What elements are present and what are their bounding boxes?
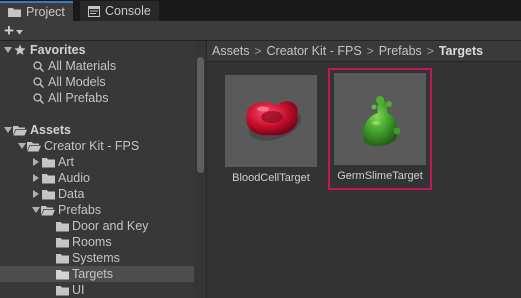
tree-item-creator-kit[interactable]: Creator Kit - FPS [0, 138, 194, 154]
tree-item-label: Prefabs [58, 203, 102, 217]
breadcrumb-assets[interactable]: Assets [212, 44, 250, 58]
asset-thumbnail [225, 75, 317, 167]
tree-item-data[interactable]: Data [0, 186, 194, 202]
create-button[interactable]: + [4, 21, 23, 40]
breadcrumb-separator: > [254, 44, 262, 58]
star-icon [13, 42, 27, 58]
favorites-label: Favorites [30, 43, 86, 57]
search-icon [31, 58, 45, 74]
blood-cell-preview [246, 101, 302, 141]
search-icon [31, 90, 45, 106]
asset-name: BloodCellTarget [232, 172, 310, 184]
project-toolbar: + [0, 21, 521, 41]
folder-open-icon [27, 138, 41, 154]
expand-arrow-icon[interactable] [3, 42, 13, 58]
tree-item-label: All Prefabs [48, 91, 109, 105]
tree-item-label: All Materials [48, 59, 117, 73]
folder-icon [55, 250, 69, 266]
tree-item-label: All Models [48, 75, 106, 89]
tree-item-door-and-key[interactable]: Door and Key [0, 218, 194, 234]
collapse-arrow-icon[interactable] [31, 170, 41, 186]
tree-item-ui[interactable]: UI [0, 282, 194, 298]
tree-item-label: Targets [72, 267, 113, 281]
tree-item-label: Data [58, 187, 85, 201]
asset-thumbnail [334, 73, 426, 165]
germ-slime-preview [362, 96, 401, 147]
tree-item-label: UI [72, 283, 85, 297]
asset-tile-germslimetarget[interactable]: GermSlimeTarget [328, 68, 432, 190]
folder-icon [8, 7, 21, 18]
tree-scrollbar-thumb[interactable] [197, 57, 204, 173]
folder-icon [55, 266, 69, 282]
expand-arrow-icon[interactable] [3, 122, 13, 138]
tree-item-label: Audio [58, 171, 90, 185]
asset-tile-bloodcelltarget[interactable]: BloodCellTarget [219, 70, 323, 192]
asset-name: GermSlimeTarget [337, 170, 423, 182]
tree-item-rooms[interactable]: Rooms [0, 234, 194, 250]
tree-item-label: Door and Key [72, 219, 149, 233]
breadcrumb-separator: > [366, 44, 374, 58]
tree-item-art[interactable]: Art [0, 154, 194, 170]
tree-item-label: Art [58, 155, 74, 169]
folder-open-icon [41, 202, 55, 218]
tree-item-prefabs[interactable]: Prefabs [0, 202, 194, 218]
tab-project[interactable]: Project [0, 1, 73, 21]
collapse-arrow-icon[interactable] [31, 154, 41, 170]
breadcrumb-creator-kit[interactable]: Creator Kit - FPS [267, 44, 362, 58]
tree-item-targets[interactable]: Targets [0, 266, 194, 282]
tab-bar: Project Console [0, 0, 521, 21]
folder-icon [41, 170, 55, 186]
console-icon [88, 5, 100, 17]
search-icon [31, 74, 45, 90]
plus-icon: + [4, 21, 14, 40]
tree-item-label: Rooms [72, 235, 112, 249]
tree-item-label: Creator Kit - FPS [44, 139, 140, 153]
breadcrumb-prefabs[interactable]: Prefabs [379, 44, 422, 58]
tab-console-label: Console [105, 4, 151, 18]
breadcrumb-separator: > [426, 44, 434, 58]
folder-icon [55, 282, 69, 298]
asset-browser: Assets > Creator Kit - FPS > Prefabs > T… [207, 41, 521, 298]
collapse-arrow-icon[interactable] [31, 186, 41, 202]
folder-icon [55, 234, 69, 250]
tree-item-label: Systems [72, 251, 120, 265]
tree-item-systems[interactable]: Systems [0, 250, 194, 266]
breadcrumb-current[interactable]: Targets [439, 44, 483, 58]
chevron-down-icon [15, 24, 23, 38]
tree-favorites[interactable]: Favorites [0, 42, 194, 58]
tab-console[interactable]: Console [80, 1, 159, 21]
tab-project-label: Project [26, 5, 65, 19]
folder-icon [55, 218, 69, 234]
project-tree: Favorites All Materials All Models All P… [0, 41, 206, 298]
tree-assets[interactable]: Assets [0, 122, 194, 138]
expand-arrow-icon[interactable] [31, 202, 41, 218]
folder-open-icon [13, 122, 27, 138]
breadcrumb: Assets > Creator Kit - FPS > Prefabs > T… [207, 41, 521, 62]
assets-label: Assets [30, 123, 71, 137]
tree-item-all-prefabs[interactable]: All Prefabs [0, 90, 194, 106]
tree-item-all-materials[interactable]: All Materials [0, 58, 194, 74]
expand-arrow-icon[interactable] [17, 138, 27, 154]
tree-item-audio[interactable]: Audio [0, 170, 194, 186]
tree-item-all-models[interactable]: All Models [0, 74, 194, 90]
folder-icon [41, 154, 55, 170]
folder-icon [41, 186, 55, 202]
